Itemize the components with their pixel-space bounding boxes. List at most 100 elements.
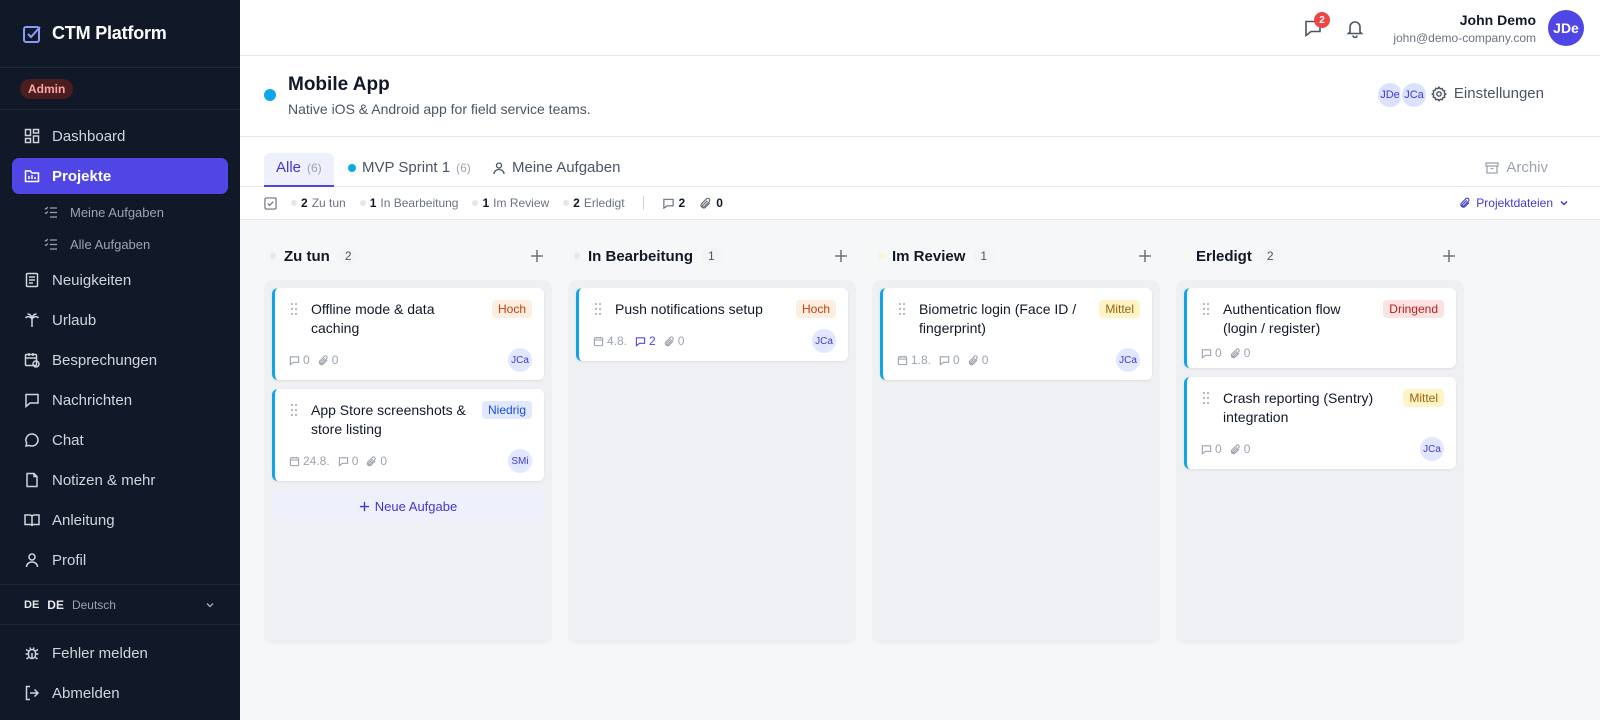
paperclip-icon xyxy=(1460,197,1470,208)
priority-badge: Hoch xyxy=(795,300,836,318)
tab-alle[interactable]: Alle (6) xyxy=(264,153,334,187)
calendar-icon xyxy=(593,336,604,346)
drag-handle-icon[interactable] xyxy=(897,302,907,316)
nav-label: Fehler melden xyxy=(52,644,148,662)
role-badge: Admin xyxy=(20,78,74,99)
drag-handle-icon[interactable] xyxy=(289,302,299,316)
nav-item-dashboard[interactable]: Dashboard xyxy=(12,118,228,154)
task-card[interactable]: Biometric login (Face ID / fingerprint) … xyxy=(880,288,1152,380)
column-count: 1 xyxy=(973,248,995,264)
column-title: In Bearbeitung xyxy=(588,247,694,265)
sidebar: CTM Platform Admin Dashboard Projekte Me… xyxy=(0,0,240,720)
comment-icon xyxy=(1201,444,1212,455)
project-files-label: Projektdateien xyxy=(1476,196,1553,210)
nav-item-urlaub[interactable]: Urlaub xyxy=(12,302,228,338)
column-count: 2 xyxy=(337,248,359,264)
nav-label: Profil xyxy=(52,551,87,569)
priority-badge: Dringend xyxy=(1383,300,1444,318)
plus-icon xyxy=(359,501,369,511)
attachment-count: 0 xyxy=(664,334,684,348)
comment-count: 0 xyxy=(289,353,310,367)
card-title: Push notifications setup xyxy=(615,301,763,317)
comment-count: 0 xyxy=(338,454,358,468)
column-count: 2 xyxy=(1259,248,1281,264)
due-date: 4.8. xyxy=(593,334,627,348)
member-avatar[interactable]: JCa xyxy=(1400,81,1428,109)
stat-review: 1 Im Review xyxy=(472,196,549,210)
logout-icon xyxy=(25,685,40,701)
archive-button[interactable]: Archiv xyxy=(1485,159,1548,176)
settings-label: Einstellungen xyxy=(1453,85,1544,102)
plus-icon[interactable] xyxy=(1442,249,1456,263)
nav-subitem-meine-aufgaben[interactable]: Meine Aufgaben xyxy=(12,198,228,226)
settings-button[interactable]: Einstellungen xyxy=(1431,85,1544,102)
nav-item-profil[interactable]: Profil xyxy=(12,542,228,578)
tab-count: (6) xyxy=(456,161,471,175)
project-header: Mobile App Native iOS & Android app for … xyxy=(240,56,1600,137)
plus-icon[interactable] xyxy=(530,249,544,263)
nav-item-nachrichten[interactable]: Nachrichten xyxy=(12,382,228,418)
drag-handle-icon[interactable] xyxy=(1201,391,1211,405)
task-card[interactable]: App Store screenshots & store listing Ni… xyxy=(272,389,544,481)
nav-item-anleitung[interactable]: Anleitung xyxy=(12,502,228,538)
plus-icon[interactable] xyxy=(1138,249,1152,263)
top-bar: 2 John Demo john@demo-company.com JDe xyxy=(240,0,1600,56)
nav-item-besprechungen[interactable]: Besprechungen xyxy=(12,342,228,378)
attachment-count: 0 xyxy=(1230,346,1250,360)
column-review: Im Review 1 Biometric login (Face ID / f… xyxy=(872,240,1160,644)
language-name: Deutsch xyxy=(71,597,116,612)
nav-item-chat[interactable]: Chat xyxy=(12,422,228,458)
nav-label: Projekte xyxy=(52,167,112,185)
drag-handle-icon[interactable] xyxy=(289,403,299,417)
brand[interactable]: CTM Platform xyxy=(0,0,240,68)
drag-handle-icon[interactable] xyxy=(1201,302,1211,316)
due-date: 24.8. xyxy=(289,454,330,468)
nav-sublabel: Alle Aufgaben xyxy=(70,236,151,252)
book-open-icon xyxy=(24,514,40,527)
language-select[interactable]: DE DE Deutsch xyxy=(0,585,240,625)
column-header: Im Review 1 xyxy=(872,240,1160,272)
list-check-icon xyxy=(44,206,57,218)
tab-label: MVP Sprint 1 xyxy=(362,159,451,176)
view-tabs: Alle (6) MVP Sprint 1 (6) Meine Aufgaben… xyxy=(240,137,1600,187)
project-color-dot xyxy=(264,89,276,101)
note-icon xyxy=(26,472,38,488)
plus-icon[interactable] xyxy=(834,249,848,263)
comment-icon xyxy=(1201,348,1212,359)
nav-label: Notizen & mehr xyxy=(52,471,156,489)
user-avatar[interactable]: JDe xyxy=(1548,10,1584,46)
assignee-avatar: JCa xyxy=(1116,348,1140,372)
nav-item-abmelden[interactable]: Abmelden xyxy=(12,675,228,711)
attachment-count: 0 xyxy=(366,454,387,468)
nav-sublabel: Meine Aufgaben xyxy=(70,204,164,220)
attachment-count: 0 xyxy=(318,353,338,367)
stat-comments: 2 xyxy=(662,196,685,210)
task-card[interactable]: Offline mode & data caching Hoch 0 0 JCa xyxy=(272,288,544,380)
due-date: 1.8. xyxy=(897,353,931,367)
nav-item-notizen[interactable]: Notizen & mehr xyxy=(12,462,228,498)
bell-icon[interactable] xyxy=(1345,18,1365,38)
stat-in-progress: 1 In Bearbeitung xyxy=(359,196,458,210)
task-card[interactable]: Push notifications setup Hoch 4.8. 2 0 J… xyxy=(576,288,848,361)
paperclip-icon xyxy=(968,354,978,365)
comment-count: 0 xyxy=(1201,346,1222,360)
chat-bubble-icon xyxy=(25,433,39,447)
comment-icon xyxy=(939,355,950,366)
checkbox-logo-icon xyxy=(23,25,41,43)
tab-meine-aufgaben[interactable]: Meine Aufgaben xyxy=(480,153,632,187)
task-card[interactable]: Crash reporting (Sentry) integration Mit… xyxy=(1184,377,1456,469)
nav-subitem-alle-aufgaben[interactable]: Alle Aufgaben xyxy=(12,230,228,258)
new-task-button[interactable]: Neue Aufgabe xyxy=(272,490,544,522)
comment-count: 0 xyxy=(1201,442,1222,456)
priority-badge: Hoch xyxy=(491,300,532,318)
sidebar-bottom: DE DE Deutsch Fehler melden Abmelden xyxy=(0,584,240,720)
nav-item-neuigkeiten[interactable]: Neuigkeiten xyxy=(12,262,228,298)
task-card[interactable]: Authentication flow (login / register) D… xyxy=(1184,288,1456,368)
drag-handle-icon[interactable] xyxy=(593,302,603,316)
nav-item-projekte[interactable]: Projekte xyxy=(12,158,228,194)
tab-mvp-sprint[interactable]: MVP Sprint 1 (6) xyxy=(336,153,483,187)
nav-item-fehler-melden[interactable]: Fehler melden xyxy=(12,635,228,671)
column-title: Im Review xyxy=(892,247,966,265)
project-files-button[interactable]: Projektdateien xyxy=(1459,196,1570,210)
palm-tree-icon xyxy=(24,313,40,327)
